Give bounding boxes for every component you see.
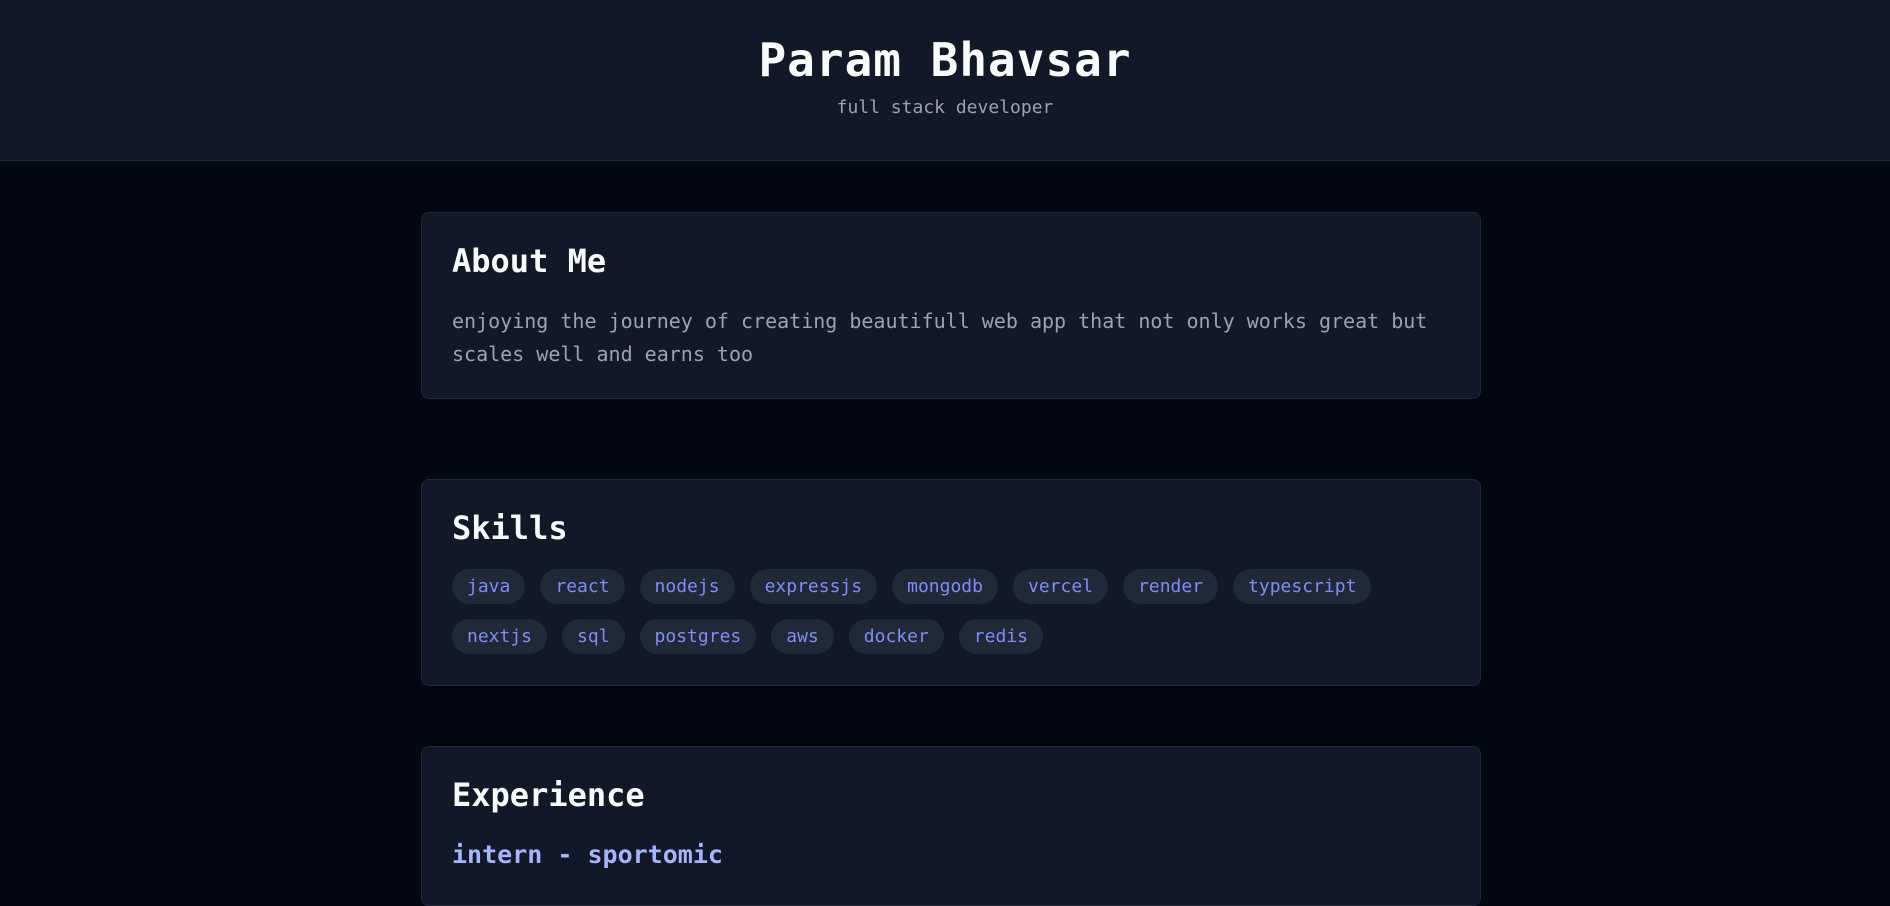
skill-chip: sql [562, 619, 625, 654]
about-text: enjoying the journey of creating beautif… [452, 309, 1428, 366]
experience-heading: Experience [452, 776, 645, 814]
skill-chip: expressjs [749, 569, 878, 604]
site-header: Param Bhavsar full stack developer [0, 0, 1890, 161]
skill-chip: nextjs [452, 619, 548, 654]
skill-chip: postgres [639, 619, 757, 654]
skill-chip: aws [771, 619, 834, 654]
skill-chip: typescript [1233, 569, 1372, 604]
skill-chip: render [1123, 569, 1219, 604]
about-heading: About Me [452, 242, 607, 280]
skills-section: Skills java react nodejs expressjs mongo… [421, 479, 1481, 686]
skill-chip: docker [848, 619, 944, 654]
experience-section: Experience intern - sportomic [421, 746, 1481, 906]
skill-chip: mongodb [892, 569, 998, 604]
page-title: Param Bhavsar [758, 33, 1132, 87]
skill-chip: react [540, 569, 625, 604]
skill-chip: redis [958, 619, 1043, 654]
page-subtitle: full stack developer [836, 97, 1054, 118]
skills-list: java react nodejs expressjs mongodb verc… [452, 569, 1450, 654]
about-section: About Me enjoying the journey of creatin… [421, 212, 1481, 399]
skill-chip: vercel [1012, 569, 1109, 604]
skills-heading: Skills [452, 509, 568, 547]
skill-chip: nodejs [639, 569, 735, 604]
experience-role: intern - sportomic [452, 840, 723, 869]
skill-chip: java [452, 569, 526, 604]
